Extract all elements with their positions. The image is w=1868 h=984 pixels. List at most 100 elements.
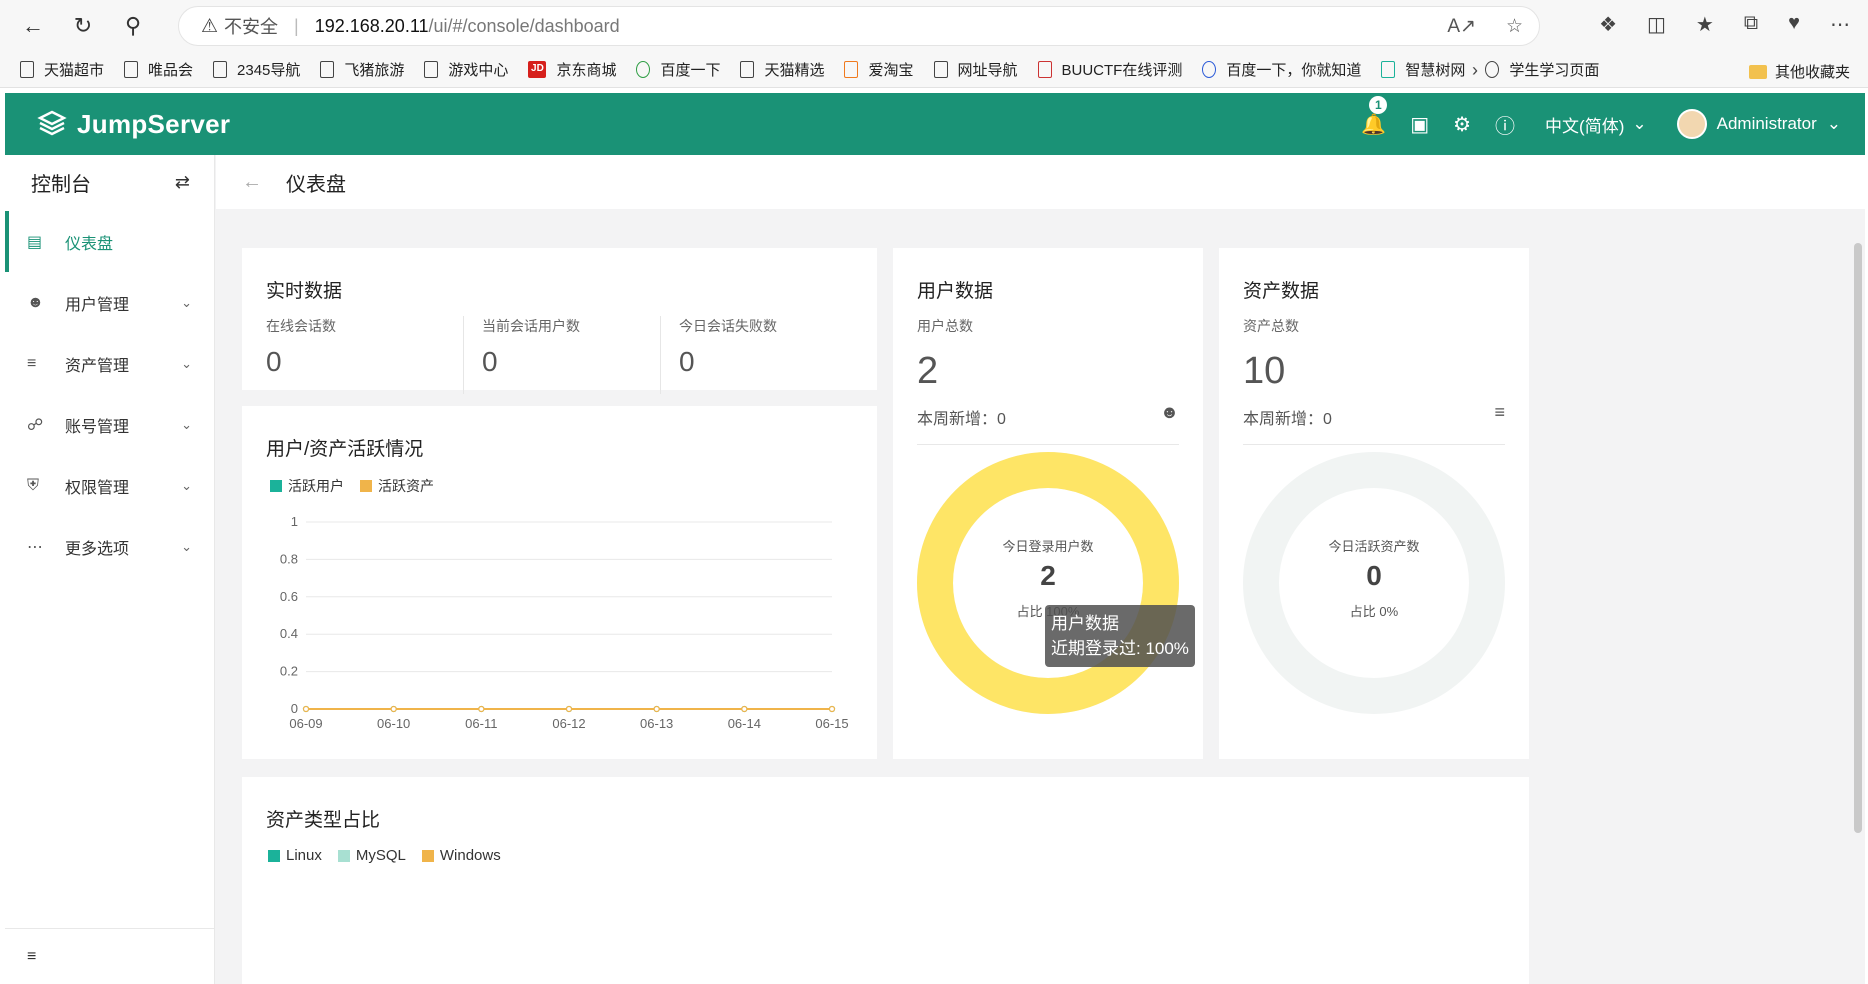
bookmark-item[interactable]: 爱淘宝 xyxy=(844,59,914,80)
legend-item[interactable]: Windows xyxy=(421,847,501,864)
stat-value: 0 xyxy=(482,346,498,377)
x-tick-label: 06-09 xyxy=(289,716,322,731)
x-tick-label: 06-10 xyxy=(377,716,410,731)
bookmark-item[interactable]: 2345导航 xyxy=(213,59,300,80)
sidebar-item-label: 仪表盘 xyxy=(65,235,114,253)
bookmark-item[interactable]: 天猫超市 xyxy=(20,59,104,80)
legend-label: Linux xyxy=(286,847,322,864)
sidebar-item-more[interactable]: ⋯ 更多选项 ⌄ xyxy=(5,516,214,577)
assets-card: 资产数据 资产总数 10 本周新增：0 ≡ 今日活跃资产数 0 占比 0% xyxy=(1219,248,1529,759)
bookmark-label: 百度一下 xyxy=(660,62,721,79)
bookmark-item[interactable]: 网址导航 xyxy=(933,59,1018,80)
asset-type-card: 资产类型占比 Linux MySQL Windows xyxy=(242,777,1529,984)
data-point xyxy=(741,705,748,713)
chevron-down-icon: ⌄ xyxy=(1826,114,1841,133)
baidu-icon xyxy=(636,61,651,78)
bookmark-label: 唯品会 xyxy=(148,62,194,79)
realtime-card: 实时数据 在线会话数 0 当前会话用户数 0 今日会话失败数 0 xyxy=(242,248,877,394)
card-title: 用户数据 xyxy=(917,281,994,302)
logo[interactable]: JumpServer xyxy=(37,109,230,140)
sidebar-item-label: 资产管理 xyxy=(65,357,130,375)
favorites-icon[interactable]: ★ xyxy=(1696,12,1714,37)
sidebar-item-assets[interactable]: ≡ 资产管理 ⌄ xyxy=(5,333,214,394)
sidebar-item-accounts[interactable]: ☍ 账号管理 ⌄ xyxy=(5,394,214,455)
x-tick-label: 06-14 xyxy=(728,716,761,731)
help-icon[interactable]: ⓘ xyxy=(1495,110,1515,139)
jd-icon: JD xyxy=(528,61,547,78)
bookmark-item[interactable]: 天猫精选 xyxy=(740,59,824,80)
sidebar-item-label: 更多选项 xyxy=(65,540,130,558)
stat-value: 0 xyxy=(266,346,282,377)
switch-view-icon[interactable]: ⇄ xyxy=(175,172,190,193)
y-tick-label: 0.8 xyxy=(280,551,298,566)
terminal-icon[interactable]: ▣ xyxy=(1410,112,1429,137)
refresh-icon[interactable]: ↻ xyxy=(66,9,100,43)
divider xyxy=(1243,444,1505,445)
y-tick-label: 0.2 xyxy=(280,664,298,679)
bookmark-label: 百度一下，你就知道 xyxy=(1226,62,1362,79)
bookmark-item[interactable]: BUUCTF在线评测 xyxy=(1037,59,1183,80)
search-icon[interactable]: ⚲ xyxy=(116,9,150,43)
favorite-star-icon[interactable]: ☆ xyxy=(1506,15,1523,38)
split-screen-icon[interactable]: ◫ xyxy=(1647,12,1666,37)
card-title: 实时数据 xyxy=(266,281,343,302)
legend-item[interactable]: Linux xyxy=(268,847,322,864)
legend-item[interactable]: MySQL xyxy=(337,847,406,864)
collapse-sidebar[interactable]: ≡ xyxy=(5,928,214,984)
bookmark-item[interactable]: 飞猪旅游 xyxy=(320,59,404,80)
chevron-down-icon: ⌄ xyxy=(181,355,192,371)
sidebar-item-permissions[interactable]: ⛨ 权限管理 ⌄ xyxy=(5,455,214,516)
bookmark-label: BUUCTF在线评测 xyxy=(1061,62,1183,79)
sidebar-item-users[interactable]: ☻ 用户管理 ⌄ xyxy=(5,272,214,333)
more-menu-icon[interactable]: ⋯ xyxy=(1830,12,1850,37)
globe-icon xyxy=(1485,61,1500,78)
language-label: 中文(简体) xyxy=(1545,116,1625,136)
legend-label: MySQL xyxy=(355,847,406,864)
page-icon xyxy=(424,61,439,78)
scrollbar[interactable] xyxy=(1854,243,1862,833)
bookmark-item[interactable]: 游戏中心 xyxy=(424,59,508,80)
read-aloud-icon[interactable]: A↗ xyxy=(1447,15,1476,38)
donut-title: 今日活跃资产数 xyxy=(1328,539,1420,554)
back-icon[interactable]: ← xyxy=(16,9,50,43)
chevron-right-icon[interactable]: › xyxy=(1472,60,1478,81)
bookmark-label: 智慧树网 xyxy=(1405,62,1466,79)
baidu-paw-icon xyxy=(1202,61,1217,78)
bookmark-item[interactable]: 百度一下，你就知道 xyxy=(1202,59,1361,80)
users-icon: ☻ xyxy=(27,293,44,311)
legend-label: Windows xyxy=(439,847,501,864)
chevron-down-icon: ⌄ xyxy=(181,477,192,493)
page-icon xyxy=(124,61,139,78)
bookmark-item[interactable]: JD 京东商城 xyxy=(528,59,616,80)
asset-total: 10 xyxy=(1243,350,1286,392)
week-value: 0 xyxy=(1323,411,1332,428)
back-arrow-icon[interactable]: ← xyxy=(242,171,262,194)
layers-icon: ≡ xyxy=(1494,402,1505,422)
tooltip-title: 用户数据 xyxy=(1051,614,1119,633)
address-bar[interactable]: ⚠ 不安全 | 192.168.20.11 /ui/#/console/dash… xyxy=(178,6,1540,46)
stat-label: 用户总数 xyxy=(917,318,973,334)
top-nav: JumpServer 🔔 1 ▣ ⚙ ⓘ 中文(简体) ⌄ Administrato… xyxy=(5,93,1865,155)
address-separator: | xyxy=(294,15,299,36)
bell-icon[interactable]: 🔔 1 xyxy=(1361,95,1388,137)
bookmark-item[interactable]: 唯品会 xyxy=(124,59,193,80)
gear-icon[interactable]: ⚙ xyxy=(1453,112,1471,137)
insecure-label: 不安全 xyxy=(224,17,279,37)
bookmark-label: 网址导航 xyxy=(957,62,1018,79)
page-title: 仪表盘 xyxy=(286,173,346,196)
sidebar-item-dashboard[interactable]: ▤ 仪表盘 xyxy=(5,211,214,272)
chevron-down-icon: ⌄ xyxy=(181,294,192,310)
bookmark-item[interactable]: 学生学习页面 xyxy=(1485,59,1599,80)
week-value: 0 xyxy=(997,411,1006,428)
users-donut-chart xyxy=(917,452,1179,714)
legend-swatch xyxy=(268,849,280,862)
user-menu[interactable]: Administrator ⌄ xyxy=(1676,109,1841,139)
y-tick-label: 0.6 xyxy=(280,589,298,604)
language-select[interactable]: 中文(简体) ⌄ xyxy=(1545,112,1647,137)
other-bookmarks[interactable]: 其他收藏夹 xyxy=(1748,61,1850,82)
bookmark-item[interactable]: 智慧树网 xyxy=(1381,59,1465,80)
bookmark-item[interactable]: 百度一下 xyxy=(636,59,720,80)
extensions-icon[interactable]: ❖ xyxy=(1599,12,1617,37)
browser-health-icon[interactable]: ♥ xyxy=(1788,12,1800,37)
collections-icon[interactable]: ⧉ xyxy=(1744,12,1758,37)
